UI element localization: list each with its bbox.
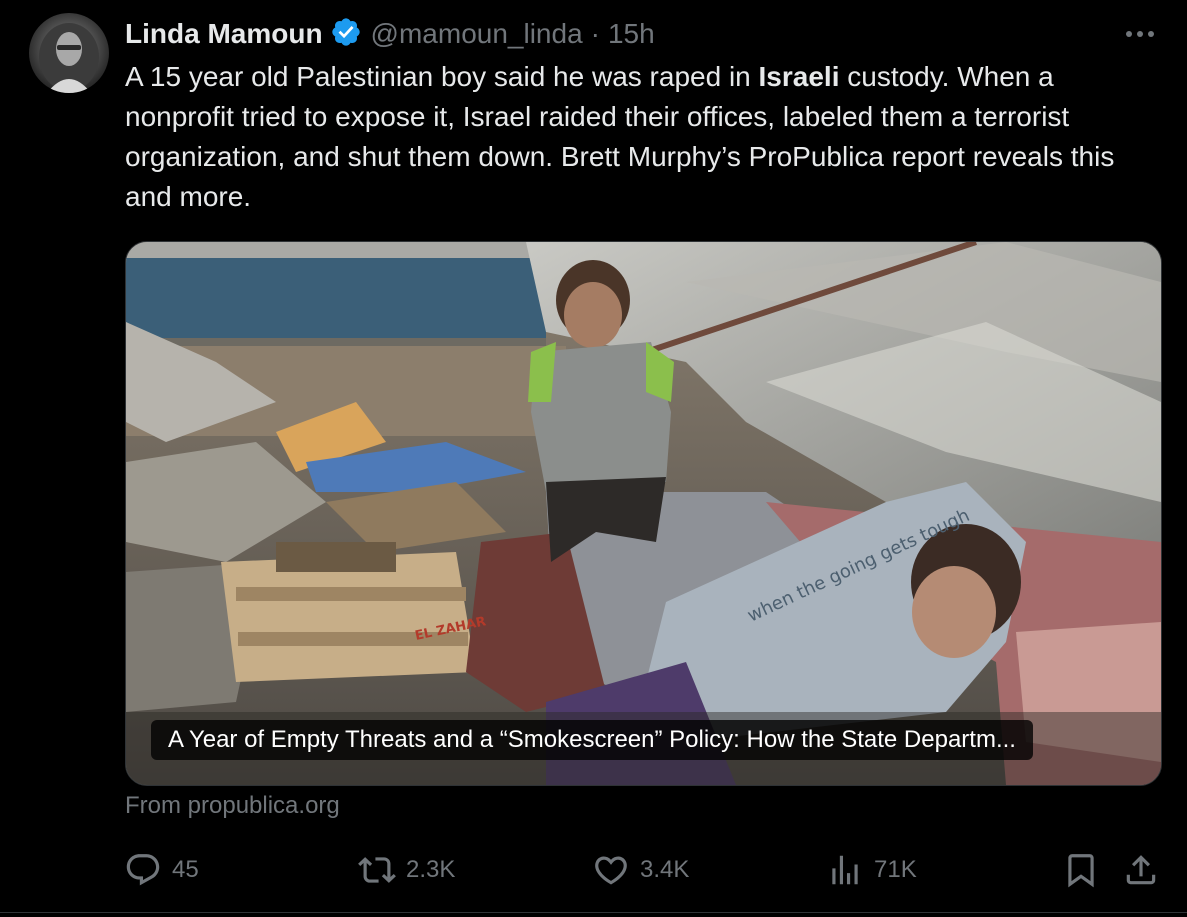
repost-button[interactable]: 2.3K: [358, 845, 455, 895]
tweet-text-part: A 15 year old Palestinian boy said he wa…: [125, 61, 759, 92]
views-button[interactable]: 71K: [826, 845, 917, 895]
tweet-header: Linda Mamoun @mamoun_linda · 15h: [125, 14, 655, 54]
share-icon: [1126, 855, 1156, 885]
more-icon: [1126, 31, 1154, 37]
tweet-text: A 15 year old Palestinian boy said he wa…: [125, 57, 1155, 217]
author-handle[interactable]: @mamoun_linda: [371, 18, 583, 50]
divider: [0, 912, 1187, 913]
bookmark-button[interactable]: [1062, 845, 1100, 895]
reply-button[interactable]: 45: [124, 845, 199, 895]
views-icon: [832, 855, 858, 885]
views-count: 71K: [874, 856, 917, 883]
like-count: 3.4K: [640, 856, 690, 883]
tweet-time[interactable]: 15h: [608, 18, 655, 50]
author-name[interactable]: Linda Mamoun: [125, 18, 323, 50]
link-card[interactable]: when the going gets tough EL ZAHAR A Yea…: [125, 241, 1162, 786]
like-icon: [595, 856, 627, 885]
share-button[interactable]: [1122, 845, 1160, 895]
repost-icon: [358, 857, 396, 883]
more-button[interactable]: [1120, 16, 1160, 52]
action-bar: 45 2.3K 3.4K 71K: [0, 845, 1187, 895]
repost-count: 2.3K: [406, 856, 456, 883]
card-title[interactable]: A Year of Empty Threats and a “Smokescre…: [151, 720, 1033, 760]
bookmark-icon: [1068, 854, 1094, 888]
tweet-text-bold: Israeli: [758, 61, 840, 92]
card-photo: when the going gets tough EL ZAHAR: [126, 242, 1161, 785]
avatar[interactable]: [29, 13, 109, 93]
time-separator: ·: [590, 18, 600, 49]
reply-icon: [126, 854, 160, 886]
like-button[interactable]: 3.4K: [592, 845, 689, 895]
verified-badge-icon: [323, 16, 362, 53]
reply-count: 45: [172, 856, 199, 883]
card-source[interactable]: From propublica.org: [125, 792, 340, 820]
